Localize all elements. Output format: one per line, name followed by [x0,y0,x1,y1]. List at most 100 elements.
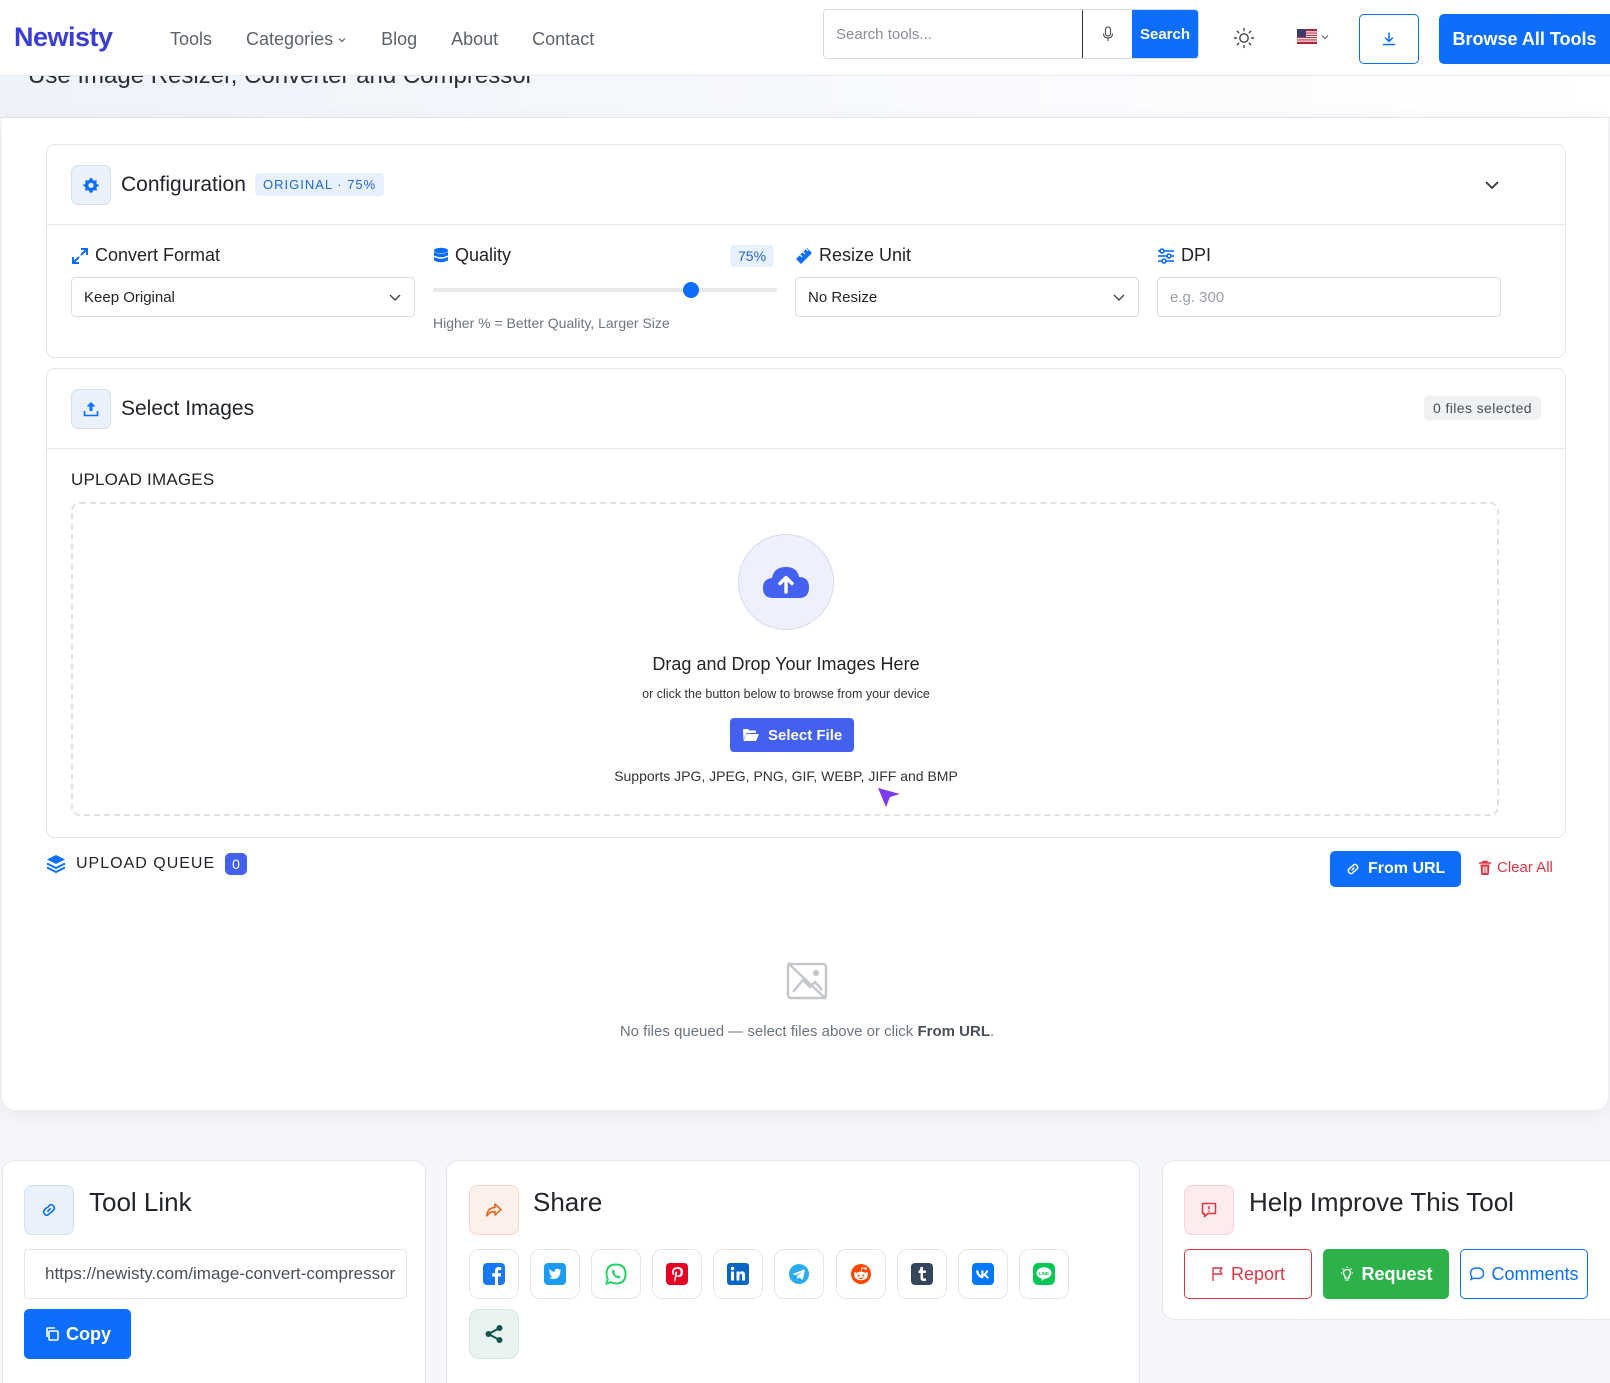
empty-queue-prefix: No files queued — select files above or … [619,1023,918,1040]
share-more-button[interactable] [469,1309,519,1359]
tumblr-icon [911,1263,933,1285]
nav-about[interactable]: About [451,29,498,50]
nav-categories-label: Categories [246,29,334,49]
share-telegram-button[interactable] [774,1249,824,1299]
convert-format-value: Keep Original [84,288,175,306]
top-header: Newisty Tools Categories Blog About Cont… [0,0,1610,76]
search-bar: Search [823,9,1199,59]
select-images-card: Select Images 0 files selected UPLOAD IM… [46,368,1566,838]
quality-hint: Higher % = Better Quality, Larger Size [433,315,670,331]
copy-link-button[interactable]: Copy [24,1309,131,1359]
search-button[interactable]: Search [1132,10,1198,58]
nav-tools[interactable]: Tools [170,29,212,50]
share-tumblr-button[interactable] [897,1249,947,1299]
line-icon: LINE [1033,1263,1055,1285]
chevron-down-icon [1321,34,1329,39]
share-title: Share [533,1187,603,1217]
upload-queue-label: UPLOAD QUEUE 0 [46,853,247,875]
quality-label-text: Quality [455,245,512,265]
configuration-card: Configuration ORIGINAL · 75% Convert For… [46,144,1566,358]
clear-all-label: Clear All [1497,859,1553,876]
vk-icon [972,1263,994,1285]
share-vk-button[interactable] [958,1249,1008,1299]
sun-icon [1233,27,1255,49]
from-url-button[interactable]: From URL [1330,851,1462,887]
quality-slider-thumb[interactable] [683,282,699,298]
resize-unit-select[interactable]: No Resize [795,277,1139,317]
hero-strip: Use Image Resizer, Converter and Compres… [0,76,1610,118]
share-linkedin-button[interactable] [713,1249,763,1299]
report-button[interactable]: Report [1184,1249,1312,1299]
nav-blog[interactable]: Blog [381,29,417,50]
feedback-icon [1201,1202,1217,1218]
upload-queue-label-text: UPLOAD QUEUE [76,855,216,872]
share-whatsapp-button[interactable] [591,1249,641,1299]
empty-queue-message: No files queued — select files above or … [407,1023,1207,1040]
page-title: Use Image Resizer, Converter and Compres… [28,76,534,90]
search-input[interactable] [824,10,1082,58]
microphone-icon [1102,26,1113,41]
empty-queue-link[interactable]: From URL [917,1023,990,1040]
dpi-label-text: DPI [1181,245,1212,265]
database-icon [434,247,448,262]
flag-icon [1212,1267,1223,1281]
tool-link-title: Tool Link [89,1187,192,1217]
no-image-icon [786,962,828,1000]
configuration-title: Configuration [121,173,246,196]
ruler-icon [796,247,812,264]
upload-queue-count: 0 [225,853,247,875]
image-dropzone[interactable]: Drag and Drop Your Images Here or click … [71,502,1499,816]
quality-slider[interactable] [433,282,777,298]
select-file-button[interactable]: Select File [730,718,855,752]
share-facebook-button[interactable] [469,1249,519,1299]
cloud-upload-icon [763,567,809,598]
dpi-input[interactable] [1157,277,1501,317]
request-label: Request [1361,1263,1433,1284]
share-pinterest-button[interactable] [652,1249,702,1299]
gear-icon [83,178,99,193]
expand-arrows-icon [72,247,88,264]
clear-all-button[interactable]: Clear All [1478,859,1553,876]
upload-images-heading: UPLOAD IMAGES [71,470,215,489]
trash-icon [1479,860,1491,875]
layers-icon [46,855,66,874]
quality-slider-fill [433,288,691,292]
convert-format-select[interactable]: Keep Original [71,277,415,317]
nav-contact[interactable]: Contact [532,29,594,50]
download-icon [1382,32,1396,46]
upload-icon-box [71,389,111,429]
quality-value-badge: 75% [730,245,775,267]
upload-icon [83,402,99,417]
request-button[interactable]: Request [1323,1249,1449,1299]
share-icon [485,1325,503,1343]
tool-link-icon-box [24,1185,74,1235]
cursor-pointer-icon [878,788,900,807]
config-icon-box [71,165,111,205]
main-nav: Tools Categories Blog About Contact [170,29,594,50]
chevron-down-icon[interactable] [1483,176,1501,194]
dpi-label: DPI [1157,245,1211,266]
share-reddit-button[interactable] [836,1249,886,1299]
share-card: Share LINE [446,1160,1140,1383]
nav-categories[interactable]: Categories [246,29,347,50]
comments-button[interactable]: Comments [1460,1249,1588,1299]
facebook-icon [483,1263,505,1285]
chevron-down-icon [1113,294,1125,301]
site-logo[interactable]: Newisty [14,22,113,53]
supported-formats-text: Supports JPG, JPEG, PNG, GIF, WEBP, JIFF… [614,768,958,784]
share-line-button[interactable]: LINE [1019,1249,1069,1299]
select-file-label: Select File [768,726,843,744]
theme-toggle-button[interactable] [1233,27,1255,49]
configuration-header[interactable]: Configuration ORIGINAL · 75% [47,145,1565,225]
browse-all-tools-button[interactable]: Browse All Tools [1439,14,1610,64]
install-app-button[interactable] [1359,14,1419,64]
convert-format-label: Convert Format [71,245,220,266]
tool-link-url-field[interactable]: https://newisty.com/image-convert-compre… [24,1249,407,1299]
language-selector[interactable] [1297,29,1330,44]
reddit-icon [851,1264,871,1284]
share-twitter-button[interactable] [530,1249,580,1299]
voice-search-button[interactable] [1082,10,1132,58]
files-selected-badge: 0 files selected [1423,396,1541,420]
select-images-title: Select Images [121,397,255,420]
feedback-icon-box [1184,1185,1234,1235]
